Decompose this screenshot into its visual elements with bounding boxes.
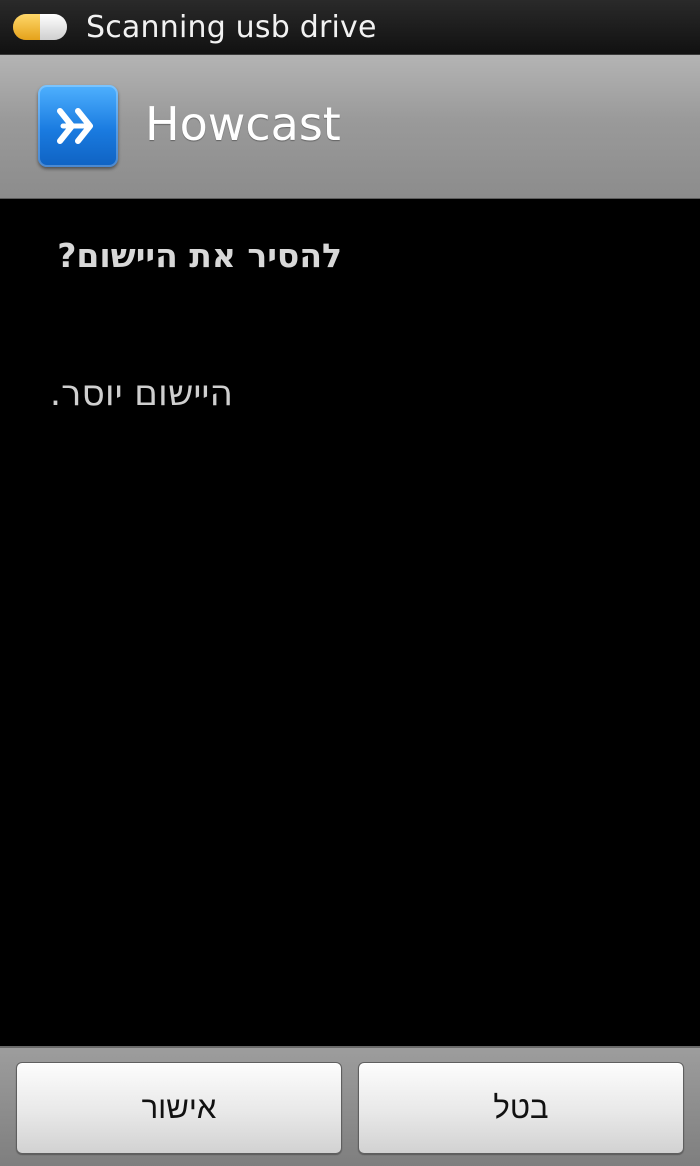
howcast-logo-glyph bbox=[57, 108, 93, 144]
dialog-question: להסיר את היישום? bbox=[57, 236, 342, 275]
dialog-button-bar: אישור בטל bbox=[0, 1046, 700, 1166]
app-title: Howcast bbox=[145, 97, 341, 151]
howcast-logo-icon bbox=[38, 85, 118, 167]
status-notification-text: Scanning usb drive bbox=[86, 9, 377, 45]
status-bar: Scanning usb drive bbox=[0, 0, 700, 55]
ok-button[interactable]: אישור bbox=[16, 1062, 342, 1154]
dialog-title-bar: Howcast bbox=[0, 55, 700, 199]
cancel-button[interactable]: בטל bbox=[358, 1062, 684, 1154]
uninstall-dialog-screen: Scanning usb drive Howcast להסיר את הייש… bbox=[0, 0, 700, 1166]
usb-drive-icon bbox=[13, 14, 67, 40]
dialog-message: היישום יוסר. bbox=[49, 373, 233, 414]
